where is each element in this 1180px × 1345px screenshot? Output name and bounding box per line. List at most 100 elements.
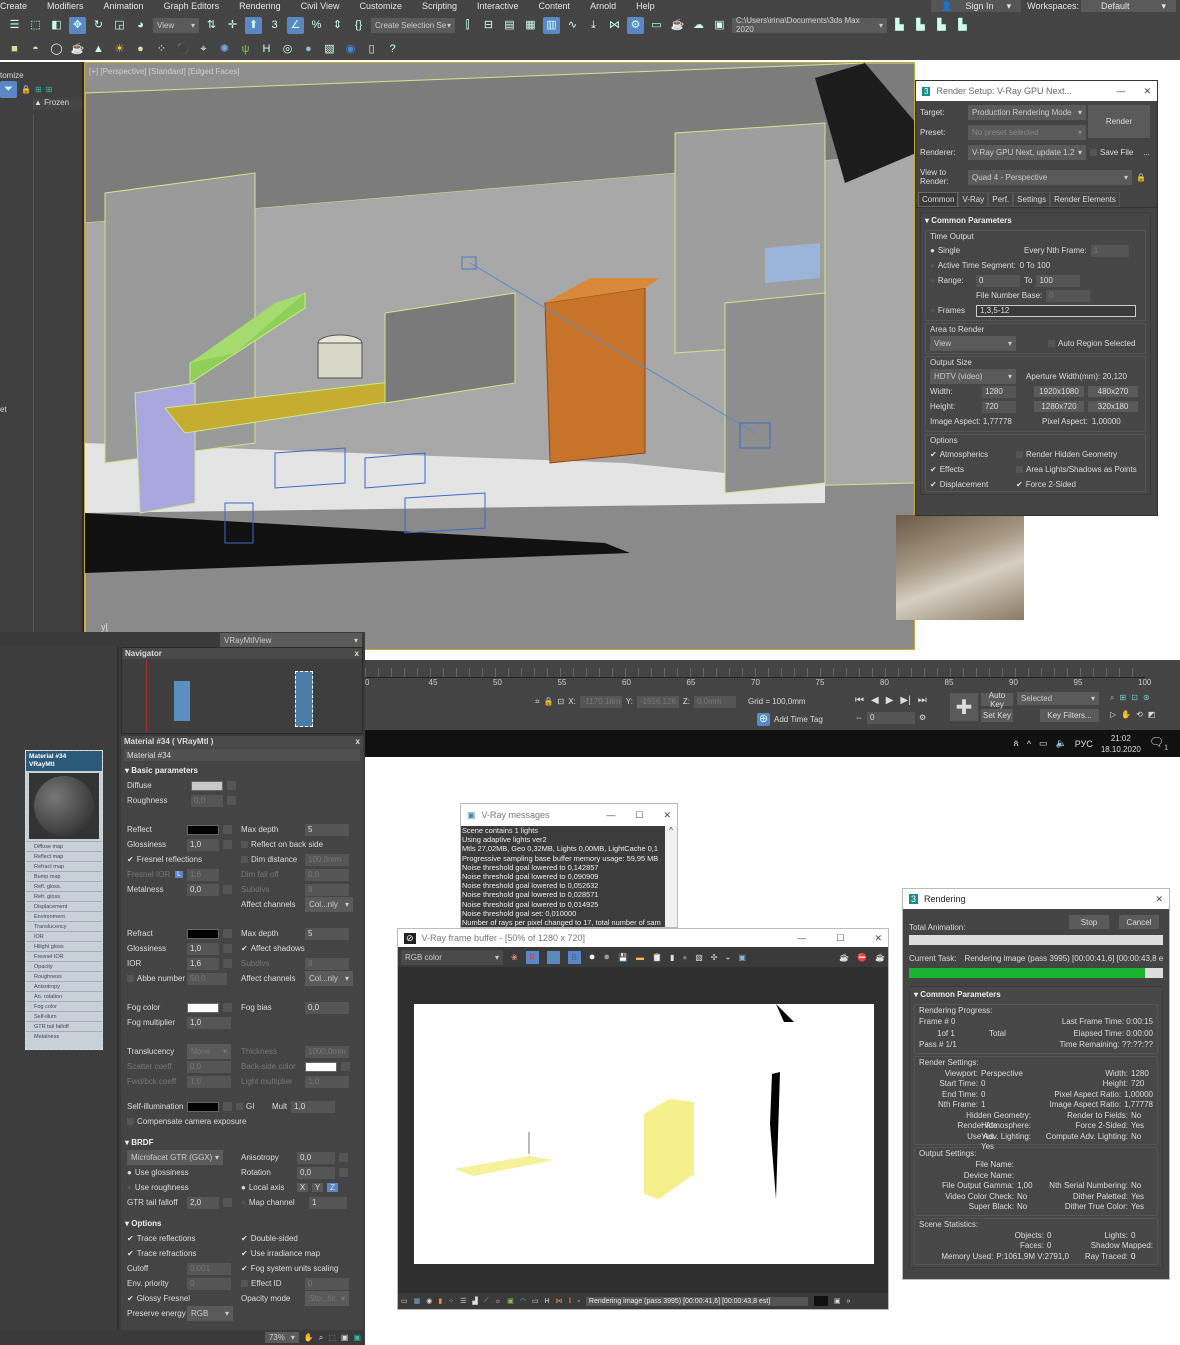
force-2sided-checkbox[interactable]: Force 2-Sided <box>1016 480 1076 489</box>
hierarchy-icon[interactable]: ⊞ <box>35 85 42 94</box>
diffuse-map-button[interactable] <box>227 781 236 790</box>
network-icon[interactable]: ▭ <box>1039 738 1048 749</box>
perspective-viewport[interactable]: [+] [Perspective] [Standard] [Edged Face… <box>84 62 915 650</box>
lister-icon[interactable]: ▯ <box>363 41 380 58</box>
maximize-button[interactable]: ☐ <box>635 810 643 821</box>
region-render-icon[interactable]: ▧ <box>695 953 703 962</box>
scatter-spinner[interactable]: 0,0 <box>187 1060 231 1073</box>
absolute-mode-icon[interactable]: ⊡ <box>557 697 564 706</box>
dim-distance-checkbox[interactable]: Dim distance <box>241 855 301 864</box>
menu-create[interactable]: Create <box>0 1 37 11</box>
refr-gloss-map-button[interactable] <box>223 944 232 953</box>
window-crossing-icon[interactable]: ◧ <box>48 17 65 34</box>
spinner-snap-icon[interactable]: ⇕ <box>329 17 346 34</box>
frames-input[interactable]: 1,3,5-12 <box>976 304 1136 317</box>
file-number-base-spinner[interactable]: 0 <box>1046 289 1091 302</box>
key-mode-icon[interactable]: ⇔ <box>855 713 863 722</box>
time-config-icon[interactable]: ⚙ <box>919 713 926 722</box>
project-folder-icon[interactable]: ▙ <box>912 17 929 34</box>
blue-channel-button[interactable]: B <box>567 950 581 964</box>
trace-reflections-checkbox[interactable]: Trace reflections <box>127 1234 196 1243</box>
rotation-map-button[interactable] <box>339 1168 348 1177</box>
node-slot[interactable]: Opacity <box>26 961 102 971</box>
pixel-info-icon[interactable]: ⋈ <box>556 1297 563 1305</box>
select-manipulate-icon[interactable]: ✛ <box>224 17 241 34</box>
backside-color-swatch[interactable] <box>305 1061 337 1072</box>
node-slot[interactable]: An. rotation <box>26 991 102 1001</box>
maximize-button[interactable]: ☐ <box>836 933 844 944</box>
zoom-extents-all-icon[interactable]: ⊡ <box>1131 693 1138 703</box>
zoom-extents-icon[interactable]: ▣ <box>341 1333 349 1342</box>
lock-icon[interactable]: 🔒 <box>21 85 31 94</box>
clear-image-icon[interactable]: 📋 <box>652 953 662 962</box>
menu-scripting[interactable]: Scripting <box>412 1 467 11</box>
fog-bias-spinner[interactable]: 0,0 <box>305 1001 349 1014</box>
roughness-map-button[interactable] <box>227 796 236 805</box>
navigator-close-icon[interactable]: x <box>355 649 359 658</box>
project-link-icon[interactable]: ▙ <box>954 17 971 34</box>
save-image-icon[interactable]: 💾 <box>618 953 628 962</box>
x-coordinate[interactable]: -1170,18m <box>579 695 622 708</box>
help-icon[interactable]: ? <box>384 41 401 58</box>
layers-icon[interactable]: ☰ <box>460 1297 466 1305</box>
node-slot[interactable]: Roughness <box>26 971 102 981</box>
view-dropdown[interactable]: VRayMtlView ▾ <box>220 633 362 648</box>
fog-multiplier-spinner[interactable]: 1,0 <box>187 1016 231 1029</box>
move-icon[interactable]: ✥ <box>69 16 86 34</box>
axis-y-button[interactable]: Y <box>312 1183 323 1192</box>
anisotropy-spinner[interactable]: 0,0 <box>297 1151 335 1164</box>
node-slot[interactable]: GTR tail falloff <box>26 1021 102 1031</box>
node-slot[interactable]: Environment <box>26 911 102 921</box>
goto-start-icon[interactable]: ⏮ <box>855 695 864 706</box>
color-channels-icon[interactable]: ❀ <box>511 953 518 962</box>
render-production-icon[interactable]: ☕ <box>669 17 686 34</box>
roughness-spinner[interactable]: 0,0 <box>191 794 223 807</box>
translucency-dropdown[interactable]: None ▾ <box>187 1044 231 1059</box>
refl-max-depth-spinner[interactable]: 5 <box>305 823 349 836</box>
reference-coord-dropdown[interactable]: View ▾ <box>153 17 199 33</box>
metalness-map-button[interactable] <box>223 885 232 894</box>
refract-map-button[interactable] <box>223 929 232 938</box>
width-spinner[interactable]: 1280 <box>982 385 1016 398</box>
abbe-checkbox[interactable]: Abbe number <box>127 974 185 983</box>
range-radio[interactable]: Range: <box>930 276 972 285</box>
node-slot[interactable]: Refr. gloss. <box>26 891 102 901</box>
ies-light-icon[interactable]: ● <box>132 41 149 58</box>
node-slot[interactable]: Metalness <box>26 1031 102 1041</box>
refr-glossiness-spinner[interactable]: 1,0 <box>187 942 219 955</box>
node-slot[interactable]: Reflect map <box>26 851 102 861</box>
render-canvas[interactable] <box>414 1004 874 1264</box>
sun-icon[interactable]: ☀ <box>111 41 128 58</box>
render-teapot-icon[interactable]: ☕ <box>839 953 849 962</box>
node-slot[interactable]: Anisotropy <box>26 981 102 991</box>
menu-arnold[interactable]: Arnold <box>580 1 626 11</box>
sphere-light-icon[interactable]: ◯ <box>48 41 65 58</box>
goto-end-icon[interactable]: ⏭ <box>918 695 927 706</box>
fresnel-checkbox[interactable]: Fresnel reflections <box>127 855 202 864</box>
column-frozen[interactable]: ▲ Frozen <box>33 98 82 110</box>
compensate-exposure-checkbox[interactable]: Compensate camera exposure <box>127 1117 246 1126</box>
material-editor-icon[interactable]: ▧ <box>321 41 338 58</box>
fog-units-checkbox[interactable]: Fog system units scaling <box>241 1264 339 1273</box>
people-icon[interactable]: ጰ <box>1013 738 1018 749</box>
dim-falloff-spinner[interactable]: 0,0 <box>305 868 349 881</box>
double-sided-checkbox[interactable]: Double-sided <box>241 1234 298 1243</box>
color-correct-icon[interactable]: ⁘ <box>448 1297 454 1305</box>
render-cloud-icon[interactable]: ☁ <box>690 17 707 34</box>
white-display-icon[interactable]: ● <box>589 951 596 963</box>
output-size-dropdown[interactable]: HDTV (video) ▾ <box>930 369 1016 384</box>
scale-icon[interactable]: ◲ <box>111 17 128 34</box>
refl-glossiness-spinner[interactable]: 1,0 <box>187 838 219 851</box>
metalness-spinner[interactable]: 0,0 <box>187 883 219 896</box>
menu-civil-view[interactable]: Civil View <box>291 1 350 11</box>
close-button[interactable]: ✕ <box>663 810 671 821</box>
y-coordinate[interactable]: -1616,126 <box>636 695 679 708</box>
use-glossiness-radio[interactable]: Use glossiness <box>127 1168 189 1177</box>
tab-common[interactable]: Common <box>918 192 959 207</box>
gtr-falloff-spinner[interactable]: 2,0 <box>187 1196 219 1209</box>
material-sphere-icon[interactable]: ● <box>300 41 317 58</box>
node-slot[interactable]: IOR <box>26 931 102 941</box>
project-path-dropdown[interactable]: C:\Users\irina\Documents\3ds Max 2020 ▾ <box>732 16 887 34</box>
effects-checkbox[interactable]: Effects <box>930 465 1012 474</box>
stop-button[interactable]: Stop <box>1069 915 1109 929</box>
